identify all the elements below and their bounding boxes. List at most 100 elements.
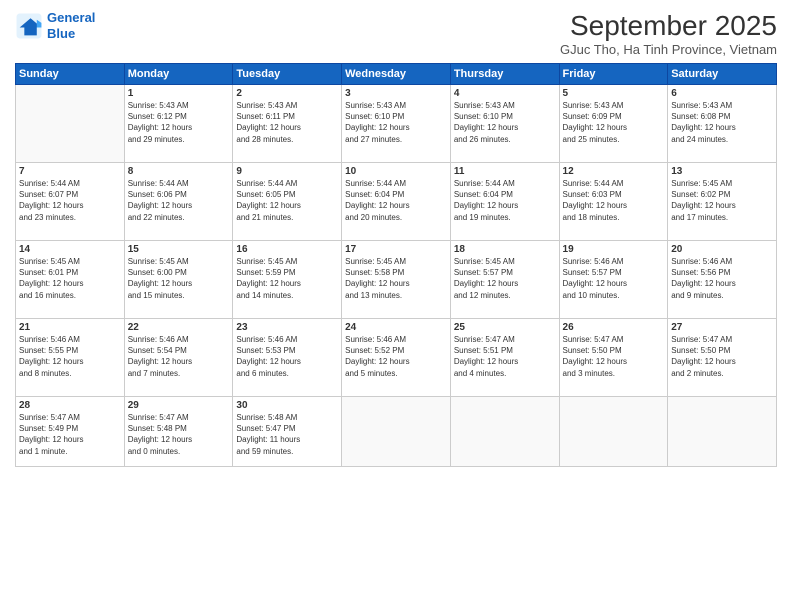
day-info: Sunrise: 5:45 AM Sunset: 5:57 PM Dayligh… bbox=[454, 256, 556, 301]
month-title: September 2025 bbox=[560, 10, 777, 42]
day-number: 16 bbox=[236, 244, 338, 255]
cell-4-0: 28Sunrise: 5:47 AM Sunset: 5:49 PM Dayli… bbox=[16, 397, 125, 467]
cell-2-2: 16Sunrise: 5:45 AM Sunset: 5:59 PM Dayli… bbox=[233, 241, 342, 319]
cell-4-4 bbox=[450, 397, 559, 467]
day-info: Sunrise: 5:44 AM Sunset: 6:07 PM Dayligh… bbox=[19, 178, 121, 223]
day-number: 27 bbox=[671, 322, 773, 333]
day-info: Sunrise: 5:46 AM Sunset: 5:53 PM Dayligh… bbox=[236, 334, 338, 379]
header: General Blue September 2025 GJuc Tho, Ha… bbox=[15, 10, 777, 57]
col-tuesday: Tuesday bbox=[233, 64, 342, 85]
day-number: 17 bbox=[345, 244, 447, 255]
cell-0-4: 4Sunrise: 5:43 AM Sunset: 6:10 PM Daylig… bbox=[450, 85, 559, 163]
day-info: Sunrise: 5:43 AM Sunset: 6:11 PM Dayligh… bbox=[236, 100, 338, 145]
day-info: Sunrise: 5:45 AM Sunset: 5:58 PM Dayligh… bbox=[345, 256, 447, 301]
cell-2-4: 18Sunrise: 5:45 AM Sunset: 5:57 PM Dayli… bbox=[450, 241, 559, 319]
day-number: 9 bbox=[236, 166, 338, 177]
day-number: 3 bbox=[345, 88, 447, 99]
day-number: 20 bbox=[671, 244, 773, 255]
cell-2-6: 20Sunrise: 5:46 AM Sunset: 5:56 PM Dayli… bbox=[668, 241, 777, 319]
day-number: 11 bbox=[454, 166, 556, 177]
cell-2-1: 15Sunrise: 5:45 AM Sunset: 6:00 PM Dayli… bbox=[124, 241, 233, 319]
cell-3-5: 26Sunrise: 5:47 AM Sunset: 5:50 PM Dayli… bbox=[559, 319, 668, 397]
day-info: Sunrise: 5:44 AM Sunset: 6:06 PM Dayligh… bbox=[128, 178, 230, 223]
day-info: Sunrise: 5:47 AM Sunset: 5:50 PM Dayligh… bbox=[563, 334, 665, 379]
week-row-4: 28Sunrise: 5:47 AM Sunset: 5:49 PM Dayli… bbox=[16, 397, 777, 467]
day-info: Sunrise: 5:47 AM Sunset: 5:48 PM Dayligh… bbox=[128, 412, 230, 457]
cell-2-0: 14Sunrise: 5:45 AM Sunset: 6:01 PM Dayli… bbox=[16, 241, 125, 319]
day-number: 18 bbox=[454, 244, 556, 255]
week-row-3: 21Sunrise: 5:46 AM Sunset: 5:55 PM Dayli… bbox=[16, 319, 777, 397]
day-info: Sunrise: 5:45 AM Sunset: 6:00 PM Dayligh… bbox=[128, 256, 230, 301]
day-number: 6 bbox=[671, 88, 773, 99]
cell-0-3: 3Sunrise: 5:43 AM Sunset: 6:10 PM Daylig… bbox=[342, 85, 451, 163]
cell-0-0 bbox=[16, 85, 125, 163]
cell-4-5 bbox=[559, 397, 668, 467]
cell-1-0: 7Sunrise: 5:44 AM Sunset: 6:07 PM Daylig… bbox=[16, 163, 125, 241]
logo-text: General Blue bbox=[47, 10, 95, 41]
logo-icon bbox=[15, 12, 43, 40]
day-number: 10 bbox=[345, 166, 447, 177]
day-number: 28 bbox=[19, 400, 121, 411]
day-number: 8 bbox=[128, 166, 230, 177]
cell-4-3 bbox=[342, 397, 451, 467]
cell-3-3: 24Sunrise: 5:46 AM Sunset: 5:52 PM Dayli… bbox=[342, 319, 451, 397]
day-info: Sunrise: 5:47 AM Sunset: 5:51 PM Dayligh… bbox=[454, 334, 556, 379]
cell-3-2: 23Sunrise: 5:46 AM Sunset: 5:53 PM Dayli… bbox=[233, 319, 342, 397]
col-friday: Friday bbox=[559, 64, 668, 85]
day-number: 26 bbox=[563, 322, 665, 333]
cell-4-1: 29Sunrise: 5:47 AM Sunset: 5:48 PM Dayli… bbox=[124, 397, 233, 467]
day-info: Sunrise: 5:46 AM Sunset: 5:56 PM Dayligh… bbox=[671, 256, 773, 301]
day-number: 30 bbox=[236, 400, 338, 411]
day-number: 1 bbox=[128, 88, 230, 99]
cell-4-6 bbox=[668, 397, 777, 467]
calendar-table: Sunday Monday Tuesday Wednesday Thursday… bbox=[15, 63, 777, 467]
day-number: 23 bbox=[236, 322, 338, 333]
day-info: Sunrise: 5:44 AM Sunset: 6:04 PM Dayligh… bbox=[454, 178, 556, 223]
day-number: 2 bbox=[236, 88, 338, 99]
day-info: Sunrise: 5:47 AM Sunset: 5:50 PM Dayligh… bbox=[671, 334, 773, 379]
subtitle: GJuc Tho, Ha Tinh Province, Vietnam bbox=[560, 42, 777, 57]
page: General Blue September 2025 GJuc Tho, Ha… bbox=[0, 0, 792, 612]
day-info: Sunrise: 5:45 AM Sunset: 5:59 PM Dayligh… bbox=[236, 256, 338, 301]
day-number: 7 bbox=[19, 166, 121, 177]
cell-2-5: 19Sunrise: 5:46 AM Sunset: 5:57 PM Dayli… bbox=[559, 241, 668, 319]
cell-3-6: 27Sunrise: 5:47 AM Sunset: 5:50 PM Dayli… bbox=[668, 319, 777, 397]
day-info: Sunrise: 5:46 AM Sunset: 5:54 PM Dayligh… bbox=[128, 334, 230, 379]
cell-0-6: 6Sunrise: 5:43 AM Sunset: 6:08 PM Daylig… bbox=[668, 85, 777, 163]
day-number: 14 bbox=[19, 244, 121, 255]
day-info: Sunrise: 5:46 AM Sunset: 5:52 PM Dayligh… bbox=[345, 334, 447, 379]
day-info: Sunrise: 5:45 AM Sunset: 6:02 PM Dayligh… bbox=[671, 178, 773, 223]
day-number: 4 bbox=[454, 88, 556, 99]
col-sunday: Sunday bbox=[16, 64, 125, 85]
day-number: 19 bbox=[563, 244, 665, 255]
week-row-2: 14Sunrise: 5:45 AM Sunset: 6:01 PM Dayli… bbox=[16, 241, 777, 319]
title-block: September 2025 GJuc Tho, Ha Tinh Provinc… bbox=[560, 10, 777, 57]
day-number: 22 bbox=[128, 322, 230, 333]
col-thursday: Thursday bbox=[450, 64, 559, 85]
day-number: 25 bbox=[454, 322, 556, 333]
cell-2-3: 17Sunrise: 5:45 AM Sunset: 5:58 PM Dayli… bbox=[342, 241, 451, 319]
week-row-0: 1Sunrise: 5:43 AM Sunset: 6:12 PM Daylig… bbox=[16, 85, 777, 163]
cell-1-4: 11Sunrise: 5:44 AM Sunset: 6:04 PM Dayli… bbox=[450, 163, 559, 241]
day-number: 24 bbox=[345, 322, 447, 333]
day-info: Sunrise: 5:43 AM Sunset: 6:12 PM Dayligh… bbox=[128, 100, 230, 145]
day-info: Sunrise: 5:48 AM Sunset: 5:47 PM Dayligh… bbox=[236, 412, 338, 457]
day-info: Sunrise: 5:43 AM Sunset: 6:08 PM Dayligh… bbox=[671, 100, 773, 145]
cell-1-5: 12Sunrise: 5:44 AM Sunset: 6:03 PM Dayli… bbox=[559, 163, 668, 241]
cell-1-6: 13Sunrise: 5:45 AM Sunset: 6:02 PM Dayli… bbox=[668, 163, 777, 241]
day-info: Sunrise: 5:43 AM Sunset: 6:09 PM Dayligh… bbox=[563, 100, 665, 145]
col-wednesday: Wednesday bbox=[342, 64, 451, 85]
day-number: 5 bbox=[563, 88, 665, 99]
header-row: Sunday Monday Tuesday Wednesday Thursday… bbox=[16, 64, 777, 85]
cell-1-2: 9Sunrise: 5:44 AM Sunset: 6:05 PM Daylig… bbox=[233, 163, 342, 241]
day-info: Sunrise: 5:46 AM Sunset: 5:55 PM Dayligh… bbox=[19, 334, 121, 379]
day-number: 29 bbox=[128, 400, 230, 411]
cell-3-0: 21Sunrise: 5:46 AM Sunset: 5:55 PM Dayli… bbox=[16, 319, 125, 397]
day-info: Sunrise: 5:43 AM Sunset: 6:10 PM Dayligh… bbox=[345, 100, 447, 145]
day-info: Sunrise: 5:44 AM Sunset: 6:05 PM Dayligh… bbox=[236, 178, 338, 223]
cell-4-2: 30Sunrise: 5:48 AM Sunset: 5:47 PM Dayli… bbox=[233, 397, 342, 467]
day-info: Sunrise: 5:43 AM Sunset: 6:10 PM Dayligh… bbox=[454, 100, 556, 145]
cell-0-5: 5Sunrise: 5:43 AM Sunset: 6:09 PM Daylig… bbox=[559, 85, 668, 163]
day-info: Sunrise: 5:44 AM Sunset: 6:03 PM Dayligh… bbox=[563, 178, 665, 223]
cell-1-3: 10Sunrise: 5:44 AM Sunset: 6:04 PM Dayli… bbox=[342, 163, 451, 241]
